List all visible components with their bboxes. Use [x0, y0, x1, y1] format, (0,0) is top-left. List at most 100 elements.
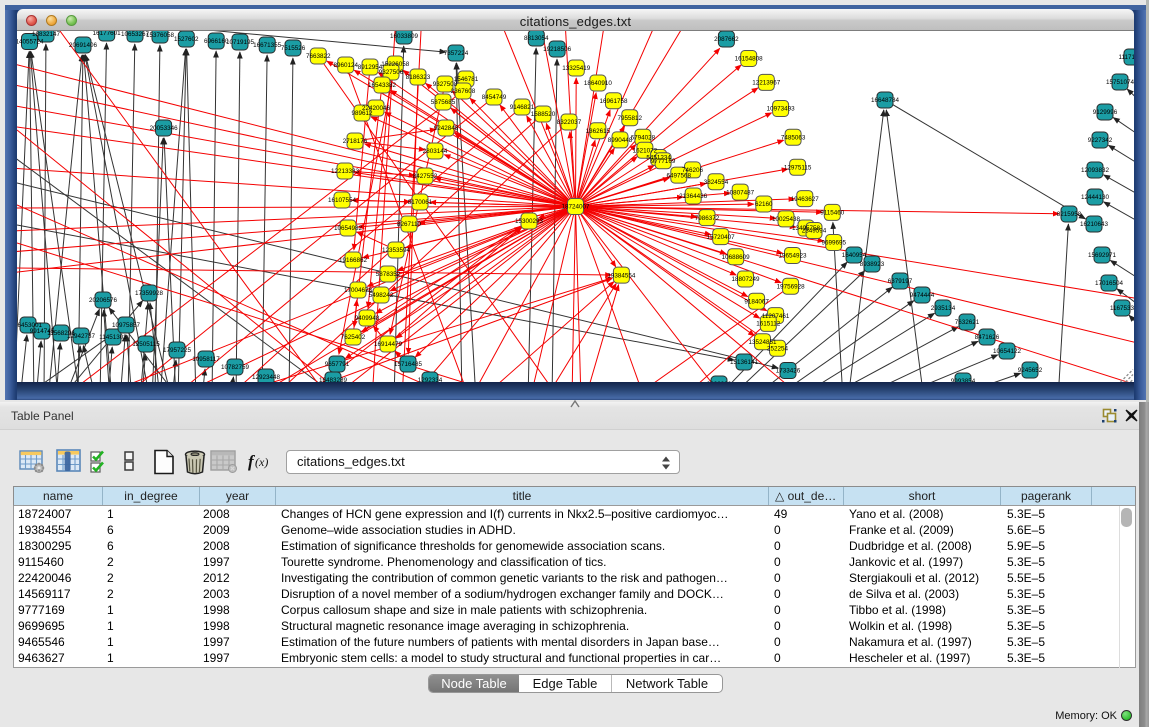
svg-text:16033809: 16033809: [390, 33, 419, 40]
svg-text:7986372: 7986372: [695, 215, 720, 222]
svg-text:11171952: 11171952: [1118, 54, 1134, 61]
svg-text:16648784: 16648784: [871, 97, 900, 104]
svg-text:12213967: 12213967: [752, 80, 781, 87]
svg-text:15136141: 15136141: [730, 359, 759, 366]
svg-text:10719195: 10719195: [226, 39, 255, 46]
svg-text:15716485: 15716485: [394, 361, 423, 368]
svg-text:20206576: 20206576: [89, 297, 118, 304]
svg-text:6794028: 6794028: [631, 135, 656, 142]
svg-text:8938923: 8938923: [860, 261, 885, 268]
svg-text:19384554: 19384554: [607, 272, 636, 279]
svg-text:2087662: 2087662: [714, 36, 739, 43]
svg-text:7625402: 7625402: [341, 334, 366, 341]
svg-text:8990448: 8990448: [608, 137, 633, 144]
svg-text:1621072: 1621072: [633, 148, 658, 155]
svg-text:1167533: 1167533: [1110, 305, 1134, 312]
svg-text:9409948: 9409948: [355, 315, 380, 322]
svg-text:3824554: 3824554: [704, 179, 729, 186]
svg-text:5498242: 5498242: [369, 292, 394, 299]
svg-text:16210643: 16210643: [1080, 221, 1109, 228]
svg-text:19756928: 19756928: [777, 283, 806, 290]
svg-text:15300293: 15300293: [515, 218, 544, 225]
svg-text:12975115: 12975115: [784, 165, 812, 172]
svg-text:8960124: 8960124: [333, 62, 358, 69]
svg-text:15692971: 15692971: [1088, 252, 1117, 259]
svg-text:10688609: 10688609: [722, 254, 751, 261]
svg-text:9184067: 9184067: [744, 298, 769, 305]
svg-text:252254: 252254: [767, 346, 789, 353]
svg-text:10782759: 10782759: [221, 364, 250, 371]
svg-text:5878352: 5878352: [376, 271, 401, 278]
svg-text:14055724: 14055724: [17, 39, 44, 46]
svg-text:8267110: 8267110: [397, 221, 422, 228]
svg-text:6379197: 6379197: [888, 278, 913, 285]
svg-text:19218506: 19218506: [543, 46, 572, 53]
svg-text:15751074: 15751074: [1106, 79, 1134, 86]
svg-text:12213383: 12213383: [331, 168, 360, 175]
svg-text:12093832: 12093832: [1081, 167, 1110, 174]
svg-text:2349594: 2349594: [802, 228, 827, 235]
svg-text:5875685: 5875685: [431, 99, 456, 106]
svg-text:15226058: 15226058: [381, 61, 410, 68]
svg-text:21364436: 21364436: [679, 193, 708, 200]
svg-text:18807249: 18807249: [731, 276, 760, 283]
svg-text:12923448: 12923448: [252, 374, 281, 381]
svg-text:12942737: 12942737: [67, 333, 96, 340]
svg-text:15376058: 15376058: [146, 32, 175, 39]
svg-text:9227342: 9227342: [1088, 137, 1113, 144]
svg-text:1362615: 1362615: [586, 128, 611, 135]
svg-text:8454749: 8454749: [482, 94, 507, 101]
svg-text:12444130: 12444130: [1081, 194, 1110, 201]
svg-text:18724007: 18724007: [561, 204, 590, 211]
svg-text:17359928: 17359928: [135, 290, 164, 297]
svg-text:7357224: 7357224: [444, 50, 469, 57]
svg-text:1640954: 1640954: [842, 252, 867, 259]
svg-text:2367608: 2367608: [451, 88, 476, 95]
svg-text:6497568: 6497568: [667, 172, 692, 179]
svg-text:8813054: 8813054: [524, 35, 549, 42]
svg-text:10654122: 10654122: [993, 348, 1022, 355]
svg-text:19166862: 19166862: [339, 257, 368, 264]
svg-text:8427552: 8427552: [413, 173, 438, 180]
svg-text:8215958: 8215958: [1057, 211, 1082, 218]
svg-text:7632621: 7632621: [955, 319, 980, 326]
svg-text:11207461: 11207461: [762, 313, 790, 320]
svg-text:16961758: 16961758: [599, 98, 628, 105]
svg-text:7663822: 7663822: [306, 53, 331, 60]
svg-text:16177601: 16177601: [93, 31, 122, 37]
svg-text:18640910: 18640910: [584, 80, 613, 87]
svg-text:10025438: 10025438: [772, 216, 801, 223]
svg-text:1527602: 1527602: [174, 36, 199, 43]
svg-text:11451303: 11451303: [99, 334, 127, 341]
svg-text:13325419: 13325419: [562, 65, 591, 72]
svg-text:16107554: 16107554: [328, 197, 357, 204]
svg-text:9129996: 9129996: [1093, 109, 1118, 116]
svg-text:16914479: 16914479: [374, 341, 403, 348]
svg-text:2935134: 2935134: [931, 305, 956, 312]
svg-text:2718176: 2718176: [343, 138, 368, 145]
svg-text:15720407: 15720407: [707, 234, 736, 241]
svg-text:10654982: 10654982: [334, 225, 363, 232]
svg-text:9146821: 9146821: [510, 104, 535, 111]
svg-text:12353594: 12353594: [382, 247, 411, 254]
svg-text:7485063: 7485063: [781, 135, 806, 142]
svg-text:16543382: 16543382: [368, 82, 397, 89]
svg-text:18832147: 18832147: [32, 31, 61, 38]
svg-text:62160: 62160: [755, 201, 773, 208]
svg-text:20053346: 20053346: [150, 125, 179, 132]
svg-text:16671355: 16671355: [253, 42, 282, 49]
svg-text:7955812: 7955812: [618, 115, 643, 122]
svg-text:12505115: 12505115: [132, 341, 160, 348]
svg-text:10807487: 10807487: [726, 189, 755, 196]
svg-text:9777169: 9777169: [651, 158, 676, 165]
svg-text:1733426: 1733426: [776, 368, 801, 375]
svg-text:9699695: 9699695: [821, 240, 846, 247]
svg-text:(x): (x): [255, 455, 268, 469]
svg-text:10958117: 10958117: [192, 356, 220, 363]
svg-text:1615112: 1615112: [756, 321, 781, 328]
svg-text:10975857: 10975857: [112, 322, 141, 329]
svg-text:8471626: 8471626: [975, 334, 1000, 341]
svg-text:16154808: 16154808: [735, 56, 764, 63]
svg-text:989612: 989612: [351, 110, 373, 117]
svg-text:9115460: 9115460: [820, 210, 845, 217]
